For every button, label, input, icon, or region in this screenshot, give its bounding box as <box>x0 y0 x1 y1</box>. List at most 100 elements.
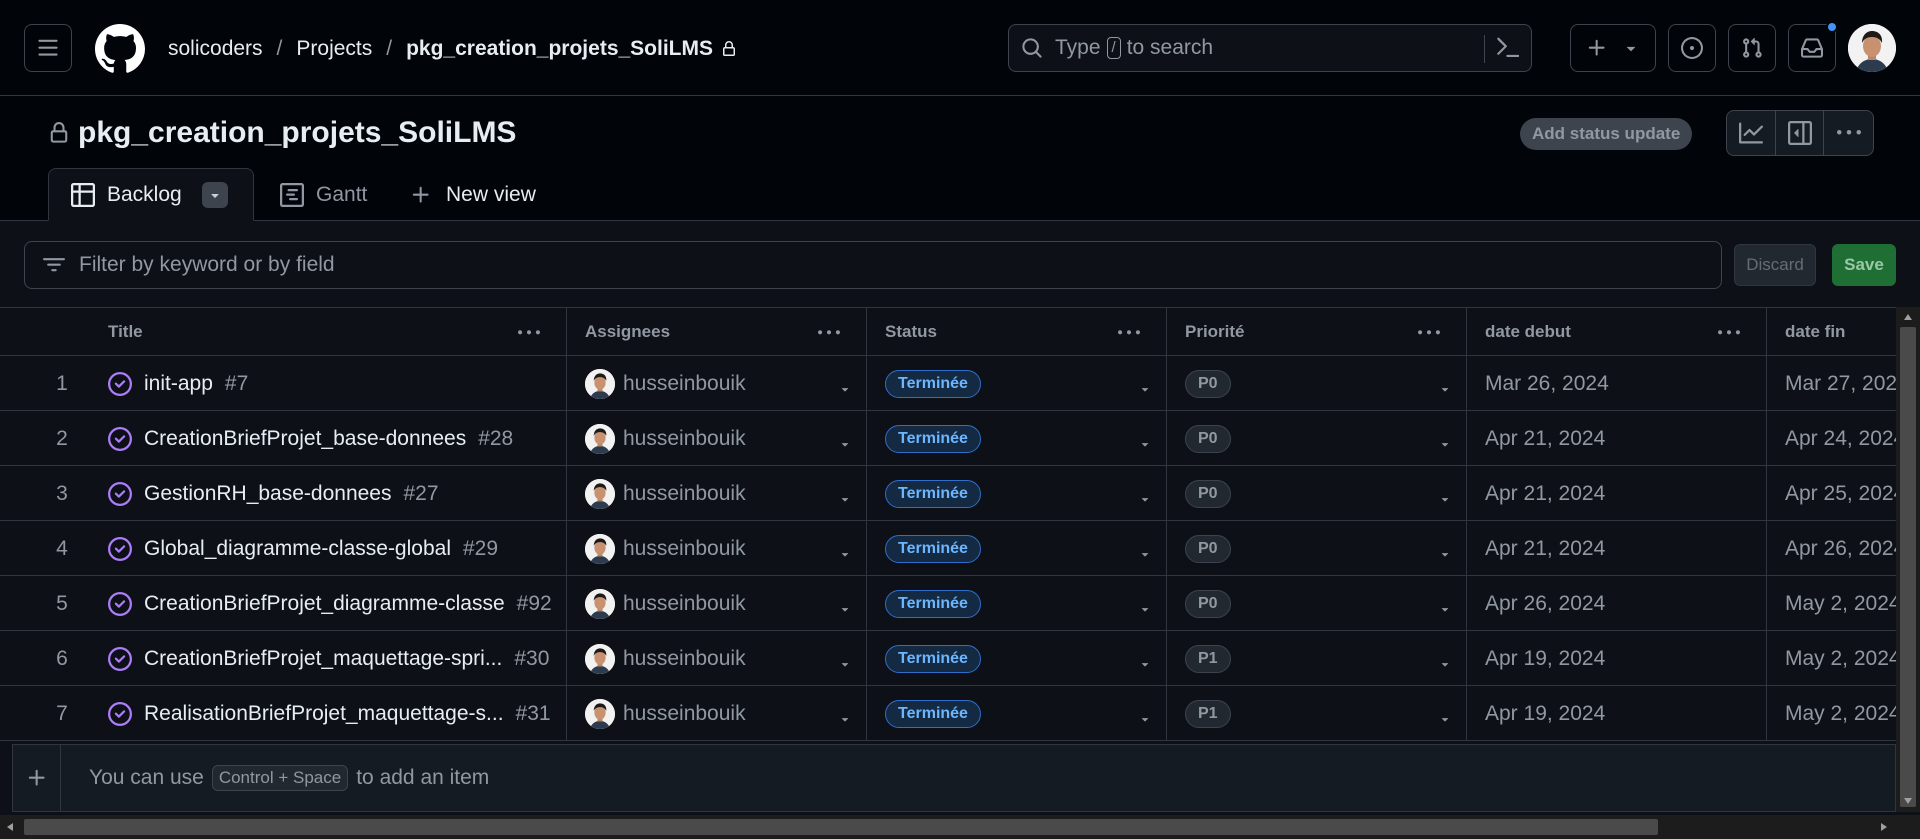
kebab-horizontal-icon[interactable] <box>1418 322 1440 344</box>
table-row[interactable]: 4 Global_diagramme-classe-global #29 hussei… <box>0 521 1896 576</box>
status-cell[interactable]: Terminée <box>867 576 1167 631</box>
issue-title-link[interactable]: GestionRH_base-donnees <box>144 482 392 506</box>
chevron-down-icon[interactable] <box>1438 437 1452 451</box>
status-cell[interactable]: Terminée <box>867 521 1167 576</box>
issue-title-link[interactable]: CreationBriefProjet_maquettage-spri... <box>144 647 502 671</box>
view-options-button[interactable] <box>201 181 228 208</box>
column-header-start-date[interactable]: date debut <box>1467 308 1767 355</box>
assignees-cell[interactable]: husseinbouik <box>567 686 867 741</box>
chevron-down-icon[interactable] <box>838 492 852 506</box>
chevron-down-icon[interactable] <box>1138 437 1152 451</box>
chevron-down-icon[interactable] <box>1138 712 1152 726</box>
chevron-down-icon[interactable] <box>1438 492 1452 506</box>
chevron-down-icon[interactable] <box>1138 382 1152 396</box>
chevron-down-icon[interactable] <box>1138 657 1152 671</box>
assignees-cell[interactable]: husseinbouik <box>567 631 867 686</box>
status-cell[interactable]: Terminée <box>867 631 1167 686</box>
user-avatar[interactable] <box>1848 24 1896 72</box>
column-header-priority[interactable]: Priorité <box>1167 308 1467 355</box>
scroll-down-arrow-icon[interactable] <box>1903 797 1913 805</box>
table-row[interactable]: 5 CreationBriefProjet_diagramme-classe #92… <box>0 576 1896 631</box>
tab-backlog[interactable]: Backlog <box>48 168 254 221</box>
scroll-right-arrow-icon[interactable] <box>1880 822 1888 832</box>
kebab-horizontal-icon[interactable] <box>1718 322 1740 344</box>
end-date-cell[interactable]: Apr 25, 2024 <box>1767 466 1896 521</box>
table-row[interactable]: 1 init-app #7 husseinbouik Terminée P0 Mar 26,… <box>0 356 1896 411</box>
end-date-cell[interactable]: Mar 27, 2024 <box>1767 356 1896 411</box>
chevron-down-icon[interactable] <box>1138 602 1152 616</box>
scroll-up-arrow-icon[interactable] <box>1903 313 1913 321</box>
add-item-row[interactable]: You can use Control + Space to add an it… <box>12 744 1896 812</box>
add-item-button[interactable] <box>13 745 61 811</box>
tab-gantt[interactable]: Gantt <box>280 168 367 221</box>
title-cell[interactable]: init-app #7 <box>90 356 567 411</box>
status-cell[interactable]: Terminée <box>867 686 1167 741</box>
discard-button[interactable]: Discard <box>1734 244 1816 286</box>
save-button[interactable]: Save <box>1832 244 1896 286</box>
title-cell[interactable]: Global_diagramme-classe-global #29 <box>90 521 567 576</box>
chevron-down-icon[interactable] <box>1438 712 1452 726</box>
horizontal-scrollbar[interactable] <box>0 815 1920 839</box>
assignees-cell[interactable]: husseinbouik <box>567 466 867 521</box>
menu-button[interactable] <box>24 24 72 72</box>
issues-button[interactable] <box>1668 24 1716 72</box>
search-input[interactable]: Type / to search <box>1008 24 1532 72</box>
assignees-cell[interactable]: husseinbouik <box>567 411 867 466</box>
title-cell[interactable]: CreationBriefProjet_maquettage-spri... #3… <box>90 631 567 686</box>
chevron-down-icon[interactable] <box>1138 547 1152 561</box>
chevron-down-icon[interactable] <box>838 602 852 616</box>
insights-button[interactable] <box>1727 111 1776 155</box>
chevron-down-icon[interactable] <box>1438 382 1452 396</box>
breadcrumb-projects-link[interactable]: Projects <box>296 37 372 61</box>
kebab-horizontal-icon[interactable] <box>518 322 540 344</box>
table-row[interactable]: 6 CreationBriefProjet_maquettage-spri... #… <box>0 631 1896 686</box>
table-row[interactable]: 2 CreationBriefProjet_base-donnees #28 huss… <box>0 411 1896 466</box>
start-date-cell[interactable]: Apr 19, 2024 <box>1467 631 1767 686</box>
end-date-cell[interactable]: Apr 26, 2024 <box>1767 521 1896 576</box>
priority-cell[interactable]: P0 <box>1167 466 1467 521</box>
scroll-left-arrow-icon[interactable] <box>6 822 14 832</box>
assignees-cell[interactable]: husseinbouik <box>567 576 867 631</box>
chevron-down-icon[interactable] <box>1438 657 1452 671</box>
priority-cell[interactable]: P1 <box>1167 686 1467 741</box>
github-logo-icon[interactable] <box>95 24 145 74</box>
priority-cell[interactable]: P0 <box>1167 576 1467 631</box>
project-title-text[interactable]: pkg_creation_projets_SoliLMS <box>78 116 516 150</box>
status-cell[interactable]: Terminée <box>867 411 1167 466</box>
chevron-down-icon[interactable] <box>1138 492 1152 506</box>
table-row[interactable]: 7 RealisationBriefProjet_maquettage-s... #… <box>0 686 1896 741</box>
column-header-status[interactable]: Status <box>867 308 1167 355</box>
kebab-horizontal-icon[interactable] <box>1118 322 1140 344</box>
vertical-scroll-thumb[interactable] <box>1900 327 1916 807</box>
command-palette-icon[interactable] <box>1497 37 1519 59</box>
assignees-cell[interactable]: husseinbouik <box>567 521 867 576</box>
end-date-cell[interactable]: May 2, 2024 <box>1767 576 1896 631</box>
start-date-cell[interactable]: Apr 21, 2024 <box>1467 411 1767 466</box>
title-cell[interactable]: CreationBriefProjet_diagramme-classe #92 <box>90 576 567 631</box>
end-date-cell[interactable]: Apr 24, 2024 <box>1767 411 1896 466</box>
status-cell[interactable]: Terminée <box>867 466 1167 521</box>
pull-requests-button[interactable] <box>1728 24 1776 72</box>
start-date-cell[interactable]: Apr 21, 2024 <box>1467 521 1767 576</box>
start-date-cell[interactable]: Apr 21, 2024 <box>1467 466 1767 521</box>
new-view-button[interactable]: New view <box>410 168 536 221</box>
vertical-scrollbar[interactable] <box>1896 307 1920 812</box>
issue-title-link[interactable]: CreationBriefProjet_diagramme-classe <box>144 592 505 616</box>
assignees-cell[interactable]: husseinbouik <box>567 356 867 411</box>
breadcrumb-project-link[interactable]: pkg_creation_projets_SoliLMS <box>406 37 713 61</box>
chevron-down-icon[interactable] <box>838 547 852 561</box>
issue-title-link[interactable]: CreationBriefProjet_base-donnees <box>144 427 466 451</box>
more-options-button[interactable] <box>1824 111 1873 155</box>
priority-cell[interactable]: P0 <box>1167 521 1467 576</box>
chevron-down-icon[interactable] <box>1438 547 1452 561</box>
toggle-side-panel-button[interactable] <box>1776 111 1825 155</box>
chevron-down-icon[interactable] <box>838 437 852 451</box>
chevron-down-icon[interactable] <box>838 382 852 396</box>
chevron-down-icon[interactable] <box>838 657 852 671</box>
end-date-cell[interactable]: May 2, 2024 <box>1767 631 1896 686</box>
title-cell[interactable]: GestionRH_base-donnees #27 <box>90 466 567 521</box>
start-date-cell[interactable]: Mar 26, 2024 <box>1467 356 1767 411</box>
title-cell[interactable]: CreationBriefProjet_base-donnees #28 <box>90 411 567 466</box>
chevron-down-icon[interactable] <box>1438 602 1452 616</box>
end-date-cell[interactable]: May 2, 2024 <box>1767 686 1896 741</box>
